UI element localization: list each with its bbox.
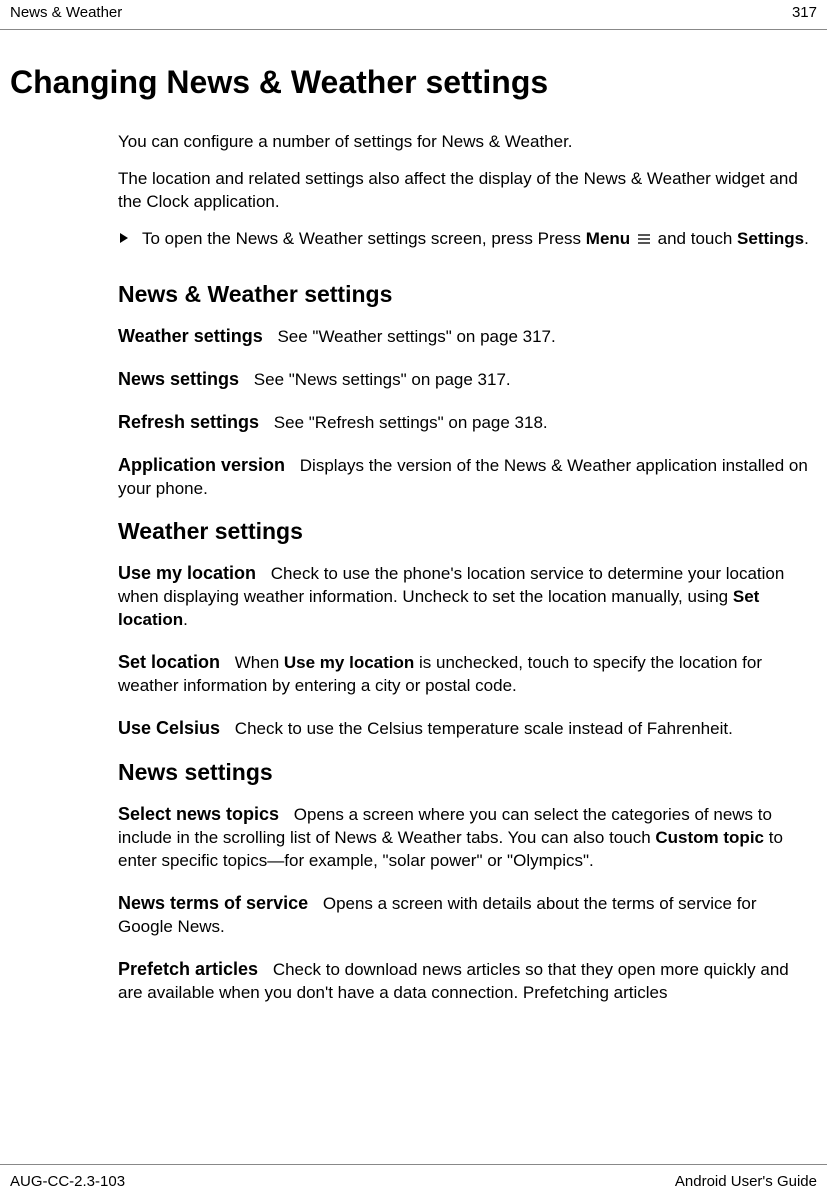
setting-title: News settings: [118, 369, 239, 389]
header-page-number: 317: [792, 4, 817, 21]
header-section: News & Weather: [10, 4, 122, 21]
setting-refresh-settings: Refresh settings See "Refresh settings" …: [118, 410, 809, 435]
play-icon: [118, 228, 130, 249]
heading-news-settings: News settings: [118, 759, 809, 786]
setting-weather-settings: Weather settings See "Weather settings" …: [118, 324, 809, 349]
page-header: News & Weather 317: [0, 0, 827, 30]
setting-use-my-location: Use my location Check to use the phone's…: [118, 561, 809, 632]
setting-title: Use Celsius: [118, 718, 220, 738]
setting-desc: See "News settings" on page 317.: [254, 370, 511, 389]
desc-pre: When: [235, 653, 284, 672]
footer-guide-name: Android User's Guide: [675, 1173, 817, 1190]
desc-post: .: [183, 610, 188, 629]
setting-use-celsius: Use Celsius Check to use the Celsius tem…: [118, 716, 809, 741]
heading-weather-settings: Weather settings: [118, 518, 809, 545]
setting-title: Application version: [118, 455, 285, 475]
menu-keyword: Menu: [586, 229, 630, 248]
instruction-step: To open the News & Weather settings scre…: [118, 228, 809, 251]
setting-news-terms: News terms of service Opens a screen wit…: [118, 891, 809, 939]
step-post: .: [804, 229, 809, 248]
menu-icon: [637, 233, 651, 245]
setting-select-news-topics: Select news topics Opens a screen where …: [118, 802, 809, 873]
setting-title: News terms of service: [118, 893, 308, 913]
setting-prefetch-articles: Prefetch articles Check to download news…: [118, 957, 809, 1005]
setting-title: Select news topics: [118, 804, 279, 824]
setting-title: Use my location: [118, 563, 256, 583]
settings-keyword: Settings: [737, 229, 804, 248]
setting-title: Prefetch articles: [118, 959, 258, 979]
setting-desc: See "Refresh settings" on page 318.: [274, 413, 548, 432]
setting-title: Set location: [118, 652, 220, 672]
setting-title: Refresh settings: [118, 412, 259, 432]
setting-set-location: Set location When Use my location is unc…: [118, 650, 809, 698]
setting-application-version: Application version Displays the version…: [118, 453, 809, 501]
custom-topic-keyword: Custom topic: [655, 828, 764, 847]
page-content: Changing News & Weather settings You can…: [0, 64, 827, 1005]
footer-doc-id: AUG-CC-2.3-103: [10, 1173, 125, 1190]
setting-desc: See "Weather settings" on page 317.: [277, 327, 555, 346]
step-pre: To open the News & Weather settings scre…: [142, 229, 586, 248]
instruction-text: To open the News & Weather settings scre…: [142, 228, 809, 251]
setting-desc: Check to use the Celsius temperature sca…: [235, 719, 733, 738]
step-mid: and touch: [653, 229, 737, 248]
intro-paragraph-1: You can configure a number of settings f…: [118, 131, 809, 154]
page-title: Changing News & Weather settings: [10, 64, 817, 101]
setting-news-settings: News settings See "News settings" on pag…: [118, 367, 809, 392]
setting-title: Weather settings: [118, 326, 263, 346]
intro-paragraph-2: The location and related settings also a…: [118, 168, 809, 214]
heading-nw-settings: News & Weather settings: [118, 281, 809, 308]
use-my-location-keyword: Use my location: [284, 653, 414, 672]
page-footer: AUG-CC-2.3-103 Android User's Guide: [0, 1164, 827, 1196]
